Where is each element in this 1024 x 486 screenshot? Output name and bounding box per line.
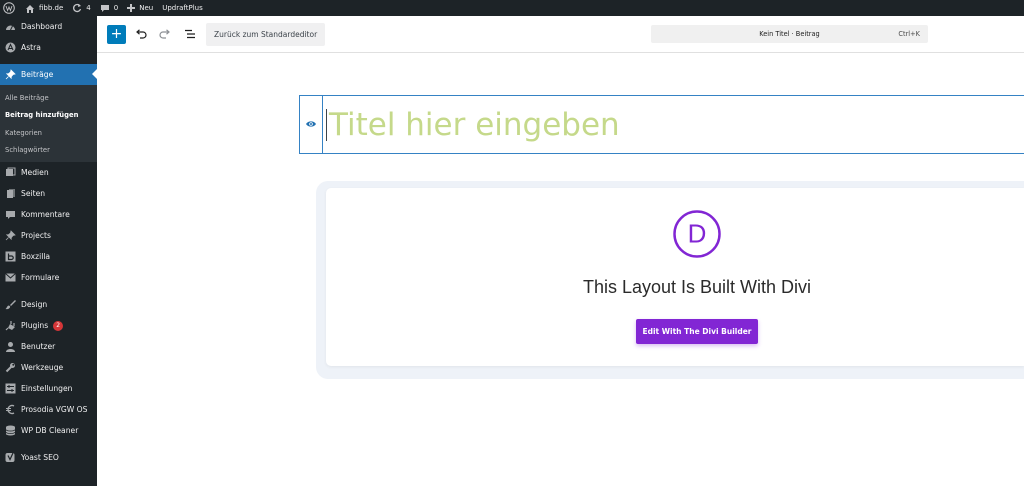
beitraege-submenu: Alle Beiträge Beitrag hinzufügen Kategor… bbox=[0, 85, 97, 162]
user-icon bbox=[5, 341, 16, 352]
brush-icon bbox=[5, 299, 16, 310]
eye-icon[interactable] bbox=[305, 119, 317, 129]
menu-plugins-label: Plugins bbox=[21, 321, 49, 330]
site-name-link[interactable]: fibb.de bbox=[25, 4, 63, 13]
euro-icon bbox=[5, 404, 16, 415]
menu-formulare[interactable]: Formulare bbox=[0, 267, 97, 288]
divi-logo-letter: D bbox=[688, 219, 707, 249]
plugin-icon bbox=[5, 320, 16, 331]
menu-prosodia[interactable]: Prosodia VGW OS bbox=[0, 399, 97, 420]
command-palette-label: Kein Titel · Beitrag bbox=[759, 30, 820, 38]
menu-wp-db-cleaner[interactable]: WP DB Cleaner bbox=[0, 420, 97, 441]
media-icon bbox=[5, 167, 16, 178]
editor-toolbar: + Zurück zum Standardeditor Kein Titel ·… bbox=[97, 16, 1024, 53]
astra-icon bbox=[5, 42, 16, 53]
block-divider bbox=[322, 96, 323, 153]
command-palette-shortcut: Ctrl+K bbox=[898, 30, 920, 38]
menu-dashboard[interactable]: Dashboard bbox=[0, 16, 97, 37]
menu-einstellungen[interactable]: Einstellungen bbox=[0, 378, 97, 399]
comments-count: 0 bbox=[113, 4, 119, 12]
menu-plugins[interactable]: Plugins 2 bbox=[0, 315, 97, 336]
admin-sidebar: Dashboard Astra Beiträge Alle Beiträge B… bbox=[0, 16, 97, 486]
menu-yoast-seo-label: Yoast SEO bbox=[21, 453, 59, 462]
menu-astra[interactable]: Astra bbox=[0, 37, 97, 58]
updates-count: 4 bbox=[86, 4, 91, 12]
divi-layout-heading: This Layout Is Built With Divi bbox=[582, 277, 812, 297]
menu-boxzilla[interactable]: Boxzilla bbox=[0, 246, 97, 267]
comments-link[interactable]: 0 bbox=[100, 4, 118, 13]
menu-wp-db-cleaner-label: WP DB Cleaner bbox=[21, 426, 79, 435]
site-name-label: fibb.de bbox=[39, 4, 64, 12]
menu-seiten-label: Seiten bbox=[21, 189, 46, 198]
updraftplus-label: UpdraftPlus bbox=[162, 4, 203, 12]
post-title-placeholder[interactable]: Titel hier eingeben bbox=[329, 106, 620, 144]
submenu-alle-beitraege[interactable]: Alle Beiträge bbox=[0, 89, 97, 107]
menu-medien-label: Medien bbox=[21, 168, 49, 177]
post-title-block[interactable]: Titel hier eingeben bbox=[299, 95, 1024, 154]
menu-prosodia-label: Prosodia VGW OS bbox=[21, 405, 88, 414]
menu-seiten[interactable]: Seiten bbox=[0, 183, 97, 204]
menu-werkzeuge-label: Werkzeuge bbox=[21, 363, 64, 372]
pin-icon bbox=[5, 230, 16, 241]
menu-projects-label: Projects bbox=[21, 231, 51, 240]
dashboard-icon bbox=[5, 21, 16, 32]
redo-icon[interactable] bbox=[158, 27, 172, 41]
menu-design[interactable]: Design bbox=[0, 294, 97, 315]
menu-medien[interactable]: Medien bbox=[0, 162, 97, 183]
menu-beitraege[interactable]: Beiträge bbox=[0, 64, 97, 85]
menu-formulare-label: Formulare bbox=[21, 273, 60, 282]
database-icon bbox=[5, 425, 16, 436]
settings-icon bbox=[5, 383, 16, 394]
wrench-icon bbox=[5, 362, 16, 373]
menu-boxzilla-label: Boxzilla bbox=[21, 252, 51, 261]
add-block-button[interactable]: + bbox=[107, 25, 126, 44]
new-label: Neu bbox=[139, 4, 154, 12]
menu-projects[interactable]: Projects bbox=[0, 225, 97, 246]
menu-astra-label: Astra bbox=[21, 43, 41, 52]
menu-einstellungen-label: Einstellungen bbox=[21, 384, 73, 393]
comment-icon bbox=[100, 4, 110, 13]
home-icon bbox=[25, 4, 35, 13]
menu-benutzer-label: Benutzer bbox=[21, 342, 56, 351]
boxzilla-icon bbox=[5, 251, 16, 262]
submenu-schlagwoerter[interactable]: Schlagwörter bbox=[0, 142, 97, 160]
comment-icon bbox=[5, 209, 16, 220]
new-content-link[interactable]: Neu bbox=[127, 4, 153, 12]
undo-icon[interactable] bbox=[134, 27, 148, 41]
refresh-icon bbox=[72, 3, 82, 13]
back-to-standard-editor-button[interactable]: Zurück zum Standardeditor bbox=[206, 23, 326, 46]
divi-logo-icon: D bbox=[672, 209, 722, 259]
updates-link[interactable]: 4 bbox=[72, 3, 91, 13]
edit-with-divi-builder-button[interactable]: Edit With The Divi Builder bbox=[636, 319, 758, 344]
document-overview-icon[interactable] bbox=[183, 27, 197, 41]
submenu-kategorien[interactable]: Kategorien bbox=[0, 124, 97, 142]
submenu-beitrag-hinzufuegen[interactable]: Beitrag hinzufügen bbox=[0, 107, 97, 125]
yoast-icon bbox=[5, 452, 16, 463]
updraftplus-link[interactable]: UpdraftPlus bbox=[162, 4, 203, 12]
wordpress-logo-icon[interactable] bbox=[3, 2, 15, 14]
admin-bar: fibb.de 4 0 Neu UpdraftPlus bbox=[0, 0, 1024, 16]
menu-design-label: Design bbox=[21, 300, 48, 309]
menu-yoast-seo[interactable]: Yoast SEO bbox=[0, 447, 97, 468]
mail-icon bbox=[5, 272, 16, 283]
plugins-update-badge: 2 bbox=[53, 320, 64, 331]
menu-benutzer[interactable]: Benutzer bbox=[0, 336, 97, 357]
pages-icon bbox=[5, 188, 16, 199]
plus-icon bbox=[127, 4, 136, 12]
pin-icon bbox=[5, 69, 16, 80]
menu-dashboard-label: Dashboard bbox=[21, 22, 63, 31]
text-cursor bbox=[326, 109, 327, 141]
menu-werkzeuge[interactable]: Werkzeuge bbox=[0, 357, 97, 378]
menu-kommentare-label: Kommentare bbox=[21, 210, 70, 219]
command-palette-button[interactable]: Kein Titel · Beitrag Ctrl+K bbox=[651, 25, 928, 43]
menu-beitraege-label: Beiträge bbox=[21, 70, 54, 79]
menu-kommentare[interactable]: Kommentare bbox=[0, 204, 97, 225]
